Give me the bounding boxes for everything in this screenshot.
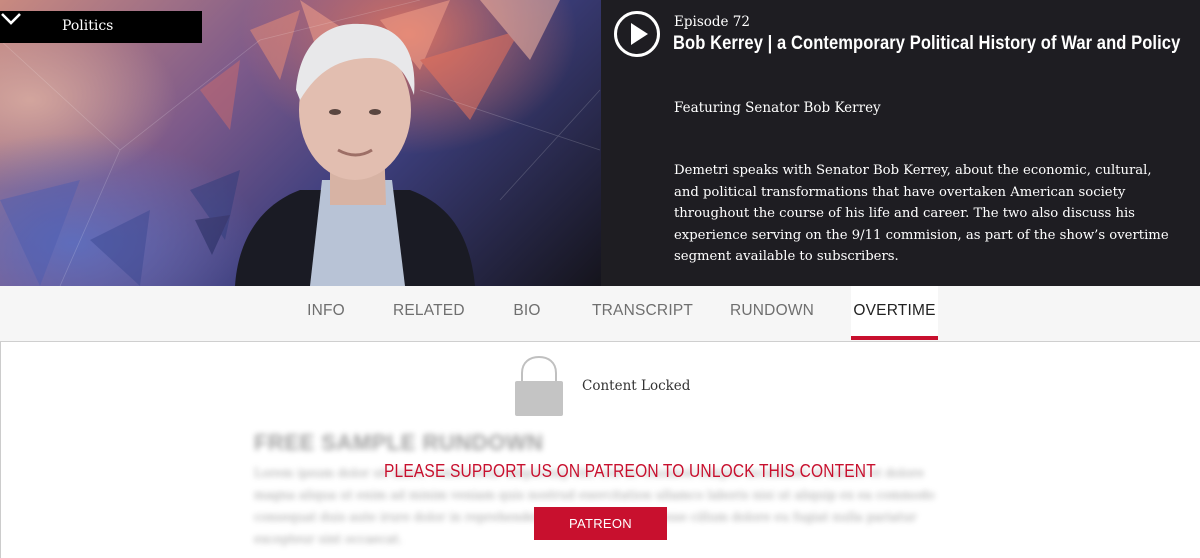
content-divider	[0, 342, 1, 558]
category-dropdown-label: Politics	[62, 18, 114, 34]
shard-pattern-blue	[0, 170, 240, 286]
tab-related[interactable]: RELATED	[393, 286, 465, 340]
chevron-down-icon	[1, 13, 21, 25]
content-locked-label: Content Locked	[582, 378, 691, 394]
tab-bio[interactable]: BIO	[507, 286, 547, 340]
episode-featuring: Featuring Senator Bob Kerrey	[674, 100, 881, 116]
play-button[interactable]	[613, 10, 661, 58]
lock-icon	[515, 356, 563, 416]
tab-info[interactable]: INFO	[296, 286, 356, 340]
episode-title: Bob Kerrey | a Contemporary Political Hi…	[673, 33, 1181, 54]
patreon-button[interactable]: PATREON	[534, 507, 667, 540]
episode-artwork: Politics	[0, 0, 601, 286]
episode-tabs: INFO RELATED BIO TRANSCRIPT RUNDOWN OVER…	[0, 286, 1200, 342]
play-icon	[631, 23, 648, 45]
patreon-unlock-message: PLEASE SUPPORT US ON PATREON TO UNLOCK T…	[384, 460, 876, 481]
blurred-preview-title: FREE SAMPLE RUNDOWN	[254, 430, 544, 455]
episode-description: Demetri speaks with Senator Bob Kerrey, …	[674, 163, 1169, 264]
tab-overtime[interactable]: OVERTIME	[851, 286, 938, 340]
episode-hero: Politics Episode 72 Bob Kerrey | a Conte…	[0, 0, 1200, 286]
tab-transcript[interactable]: TRANSCRIPT	[592, 286, 693, 340]
episode-number: Episode 72	[674, 14, 750, 30]
tab-rundown[interactable]: RUNDOWN	[730, 286, 814, 340]
category-dropdown[interactable]: Politics	[0, 11, 202, 43]
